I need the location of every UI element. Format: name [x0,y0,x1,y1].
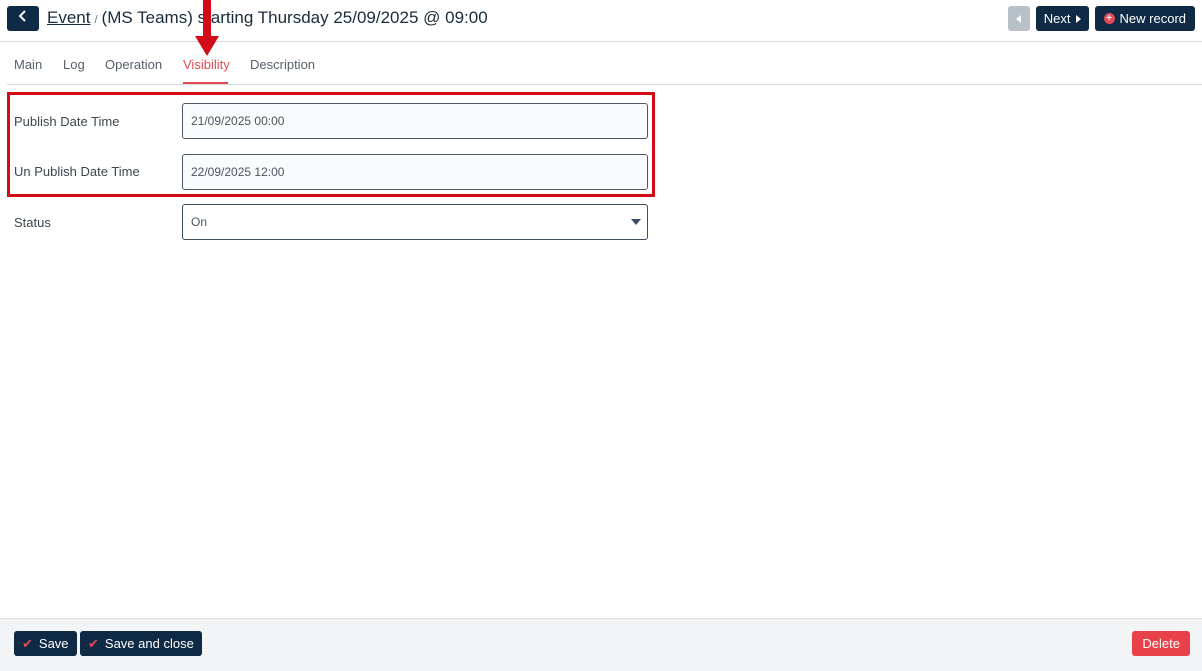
save-button[interactable]: ✔ Save [14,631,77,656]
new-record-button[interactable]: + New record [1094,6,1195,31]
caret-down-icon [631,219,641,225]
save-and-close-button[interactable]: ✔ Save and close [80,631,202,656]
back-button[interactable] [7,6,39,31]
page-header: Event / (MS Teams) starting Thursday 25/09… [0,0,1202,42]
status-label: Status [14,215,51,230]
check-icon: ✔ [22,635,33,651]
tab-log[interactable]: Log [63,57,85,72]
chevron-left-icon [17,9,29,28]
tab-bar: Main Log Operation Visibility Descriptio… [7,43,1202,85]
caret-right-icon [1075,11,1081,26]
status-select[interactable]: On [182,204,648,240]
new-record-label: New record [1119,11,1186,26]
save-label: Save [38,636,69,651]
status-selected-value: On [191,215,208,229]
caret-left-icon [1015,10,1022,28]
breadcrumb-link-event[interactable]: Event [47,8,90,27]
check-icon: ✔ [88,635,99,651]
plus-circle-icon: + [1103,13,1115,24]
annotation-arrow-icon [195,0,219,56]
page-title: (MS Teams) starting Thursday 25/09/2025 … [101,8,488,27]
breadcrumb-separator: / [94,14,98,26]
breadcrumb: Event / (MS Teams) starting Thursday 25/09… [47,7,488,31]
tab-visibility[interactable]: Visibility [183,57,230,72]
next-button[interactable]: Next [1035,6,1089,31]
unpublish-date-label: Un Publish Date Time [14,164,140,179]
delete-button[interactable]: Delete [1132,631,1190,656]
save-close-label: Save and close [104,636,194,651]
header-actions: Next + New record [1007,6,1195,31]
active-tab-indicator [183,82,228,84]
footer-bar: ✔ Save ✔ Save and close Delete [0,618,1202,671]
publish-date-input[interactable]: 21/09/2025 00:00 [182,103,648,139]
publish-date-label: Publish Date Time [14,114,120,129]
previous-button[interactable] [1007,6,1030,31]
next-label: Next [1043,11,1071,26]
tab-main[interactable]: Main [14,57,42,72]
unpublish-date-input[interactable]: 22/09/2025 12:00 [182,154,648,190]
tab-operation[interactable]: Operation [105,57,162,72]
tab-description[interactable]: Description [250,57,315,72]
